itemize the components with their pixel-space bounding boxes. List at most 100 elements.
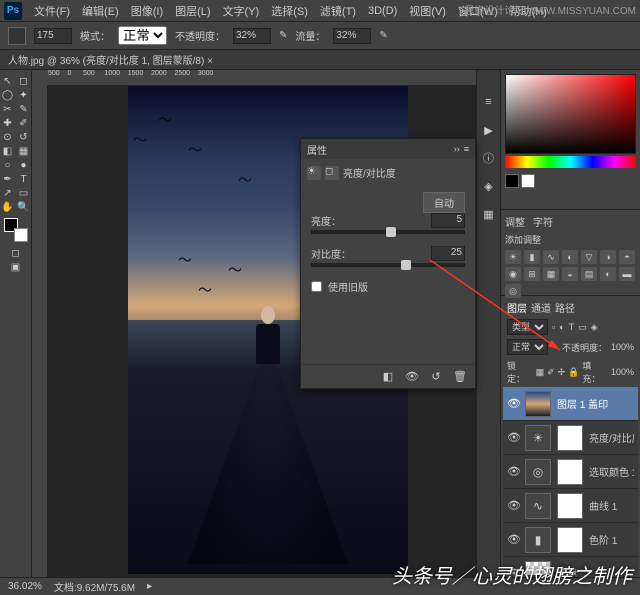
- move-tool[interactable]: ↖: [1, 74, 15, 88]
- layer-name[interactable]: 亮度/对比度 1: [589, 430, 634, 445]
- zoom-level[interactable]: 36.02%: [8, 581, 42, 592]
- hue-icon[interactable]: ◑: [600, 250, 616, 264]
- photo-filter-icon[interactable]: ◉: [505, 267, 521, 281]
- ruler-horizontal[interactable]: 500 0 500 1000 1500 2000 2500 3000: [48, 70, 476, 86]
- actions-icon[interactable]: ▶: [481, 122, 497, 138]
- panel-menu-icon[interactable]: ≡: [464, 144, 469, 154]
- brightness-value[interactable]: 5: [431, 213, 465, 228]
- swatches-icon[interactable]: ▦: [481, 206, 497, 222]
- gradient-map-icon[interactable]: ▬: [619, 267, 635, 281]
- layer-row[interactable]: 👁 ◎ 选取颜色 1: [503, 455, 638, 489]
- lasso-tool[interactable]: ◯: [1, 88, 15, 102]
- lookup-icon[interactable]: ▦: [543, 267, 559, 281]
- reset-icon[interactable]: ↺: [429, 370, 443, 384]
- brush-preview[interactable]: [8, 27, 26, 45]
- mask-thumbnail[interactable]: [557, 459, 583, 485]
- layer-name[interactable]: 图层 1 盖印: [557, 396, 634, 411]
- adjustment-thumbnail[interactable]: ◎: [525, 459, 551, 485]
- layer-thumbnail[interactable]: [525, 391, 551, 417]
- view-prev-icon[interactable]: 👁: [405, 370, 419, 384]
- filter-shape-icon[interactable]: ▭: [578, 322, 587, 333]
- ruler-vertical[interactable]: [32, 86, 48, 577]
- exposure-icon[interactable]: ◐: [562, 250, 578, 264]
- character-tab[interactable]: 字符: [533, 214, 553, 229]
- channel-mixer-icon[interactable]: ⊞: [524, 267, 540, 281]
- adjustments-tab[interactable]: 调整: [505, 214, 525, 229]
- layer-name[interactable]: 曲线 1: [589, 498, 634, 513]
- mask-thumbnail[interactable]: [557, 493, 583, 519]
- delete-icon[interactable]: 🗑: [453, 370, 467, 384]
- blend-mode-select[interactable]: 正常: [507, 339, 548, 355]
- menu-type[interactable]: 文字(Y): [217, 3, 266, 19]
- brush-size-input[interactable]: [34, 28, 72, 44]
- type-tool[interactable]: T: [17, 172, 31, 186]
- hand-tool[interactable]: ✋: [1, 200, 15, 214]
- visibility-icon[interactable]: 👁: [507, 431, 519, 444]
- bw-icon[interactable]: ◓: [619, 250, 635, 264]
- menu-image[interactable]: 图像(I): [125, 3, 169, 19]
- adjustment-thumbnail[interactable]: ▮: [525, 527, 551, 553]
- contrast-slider[interactable]: [311, 263, 465, 267]
- heal-tool[interactable]: ✚: [1, 116, 15, 130]
- mask-thumbnail[interactable]: [557, 527, 583, 553]
- history-icon[interactable]: ≡: [481, 94, 497, 110]
- path-tool[interactable]: ↗: [1, 186, 15, 200]
- history-brush-tool[interactable]: ↺: [17, 130, 31, 144]
- brightness-icon[interactable]: ☀: [505, 250, 521, 264]
- doc-info[interactable]: 文档:9.62M/75.6M: [54, 579, 135, 594]
- magic-wand-tool[interactable]: ✦: [17, 88, 31, 102]
- posterize-icon[interactable]: ▤: [581, 267, 597, 281]
- filter-smart-icon[interactable]: ◈: [591, 322, 598, 333]
- visibility-icon[interactable]: 👁: [507, 465, 519, 478]
- layer-filter-select[interactable]: 类型: [507, 319, 548, 335]
- layer-row[interactable]: 👁 ▮ 色阶 1: [503, 523, 638, 557]
- visibility-icon[interactable]: 👁: [507, 499, 519, 512]
- flow-input[interactable]: [333, 28, 371, 44]
- adjustment-thumbnail[interactable]: ☀: [525, 425, 551, 451]
- marquee-tool[interactable]: ◻: [17, 74, 31, 88]
- zoom-tool[interactable]: 🔍: [17, 200, 31, 214]
- menu-file[interactable]: 文件(F): [28, 3, 76, 19]
- paths-tab[interactable]: 路径: [555, 300, 575, 315]
- gradient-tool[interactable]: ▦: [17, 144, 31, 158]
- screenmode-toggle[interactable]: ▣: [9, 260, 23, 274]
- lock-pixel-icon[interactable]: ✐: [547, 367, 555, 378]
- menu-layer[interactable]: 图层(L): [169, 3, 216, 19]
- pressure-opacity-icon[interactable]: ✎: [279, 30, 287, 41]
- layer-name[interactable]: 选取颜色 1: [589, 464, 634, 479]
- document-tab[interactable]: 人物.jpg @ 36% (亮度/对比度 1, 图层蒙版/8) ×: [0, 50, 640, 70]
- menu-filter[interactable]: 滤镜(T): [314, 3, 362, 19]
- eyedropper-tool[interactable]: ✎: [17, 102, 31, 116]
- vibrance-icon[interactable]: ▽: [581, 250, 597, 264]
- opacity-input[interactable]: [233, 28, 271, 44]
- airbrush-icon[interactable]: ✎: [379, 30, 387, 41]
- menu-view[interactable]: 视图(V): [403, 3, 452, 19]
- filter-pixel-icon[interactable]: ▫: [552, 322, 555, 332]
- layer-row[interactable]: 👁 ☀ 亮度/对比度 1: [503, 421, 638, 455]
- menu-edit[interactable]: 编辑(E): [76, 3, 125, 19]
- channels-tab[interactable]: 通道: [531, 300, 551, 315]
- dodge-tool[interactable]: ●: [17, 158, 31, 172]
- fill-value[interactable]: 100%: [611, 367, 634, 377]
- visibility-icon[interactable]: 👁: [507, 533, 519, 546]
- quickmask-toggle[interactable]: ◻: [9, 246, 23, 260]
- color-swatches[interactable]: [4, 218, 28, 242]
- layer-opacity-value[interactable]: 100%: [611, 342, 634, 352]
- adjustment-thumbnail[interactable]: ∿: [525, 493, 551, 519]
- bg-swatch[interactable]: [521, 174, 535, 188]
- layer-row[interactable]: 👁 ∿ 曲线 1: [503, 489, 638, 523]
- collapse-icon[interactable]: ››: [454, 144, 460, 154]
- levels-icon[interactable]: ▮: [524, 250, 540, 264]
- mode-select[interactable]: 正常: [118, 26, 167, 45]
- eraser-tool[interactable]: ◧: [1, 144, 15, 158]
- lock-pos-icon[interactable]: ✢: [558, 367, 566, 378]
- layers-tab[interactable]: 图层: [507, 300, 527, 315]
- menu-select[interactable]: 选择(S): [265, 3, 314, 19]
- lock-trans-icon[interactable]: ▦: [536, 367, 545, 378]
- clip-icon[interactable]: ◧: [381, 370, 395, 384]
- visibility-icon[interactable]: 👁: [507, 397, 519, 410]
- fg-swatch[interactable]: [505, 174, 519, 188]
- blur-tool[interactable]: ○: [1, 158, 15, 172]
- stamp-tool[interactable]: ⊙: [1, 130, 15, 144]
- contrast-value[interactable]: 25: [431, 246, 465, 261]
